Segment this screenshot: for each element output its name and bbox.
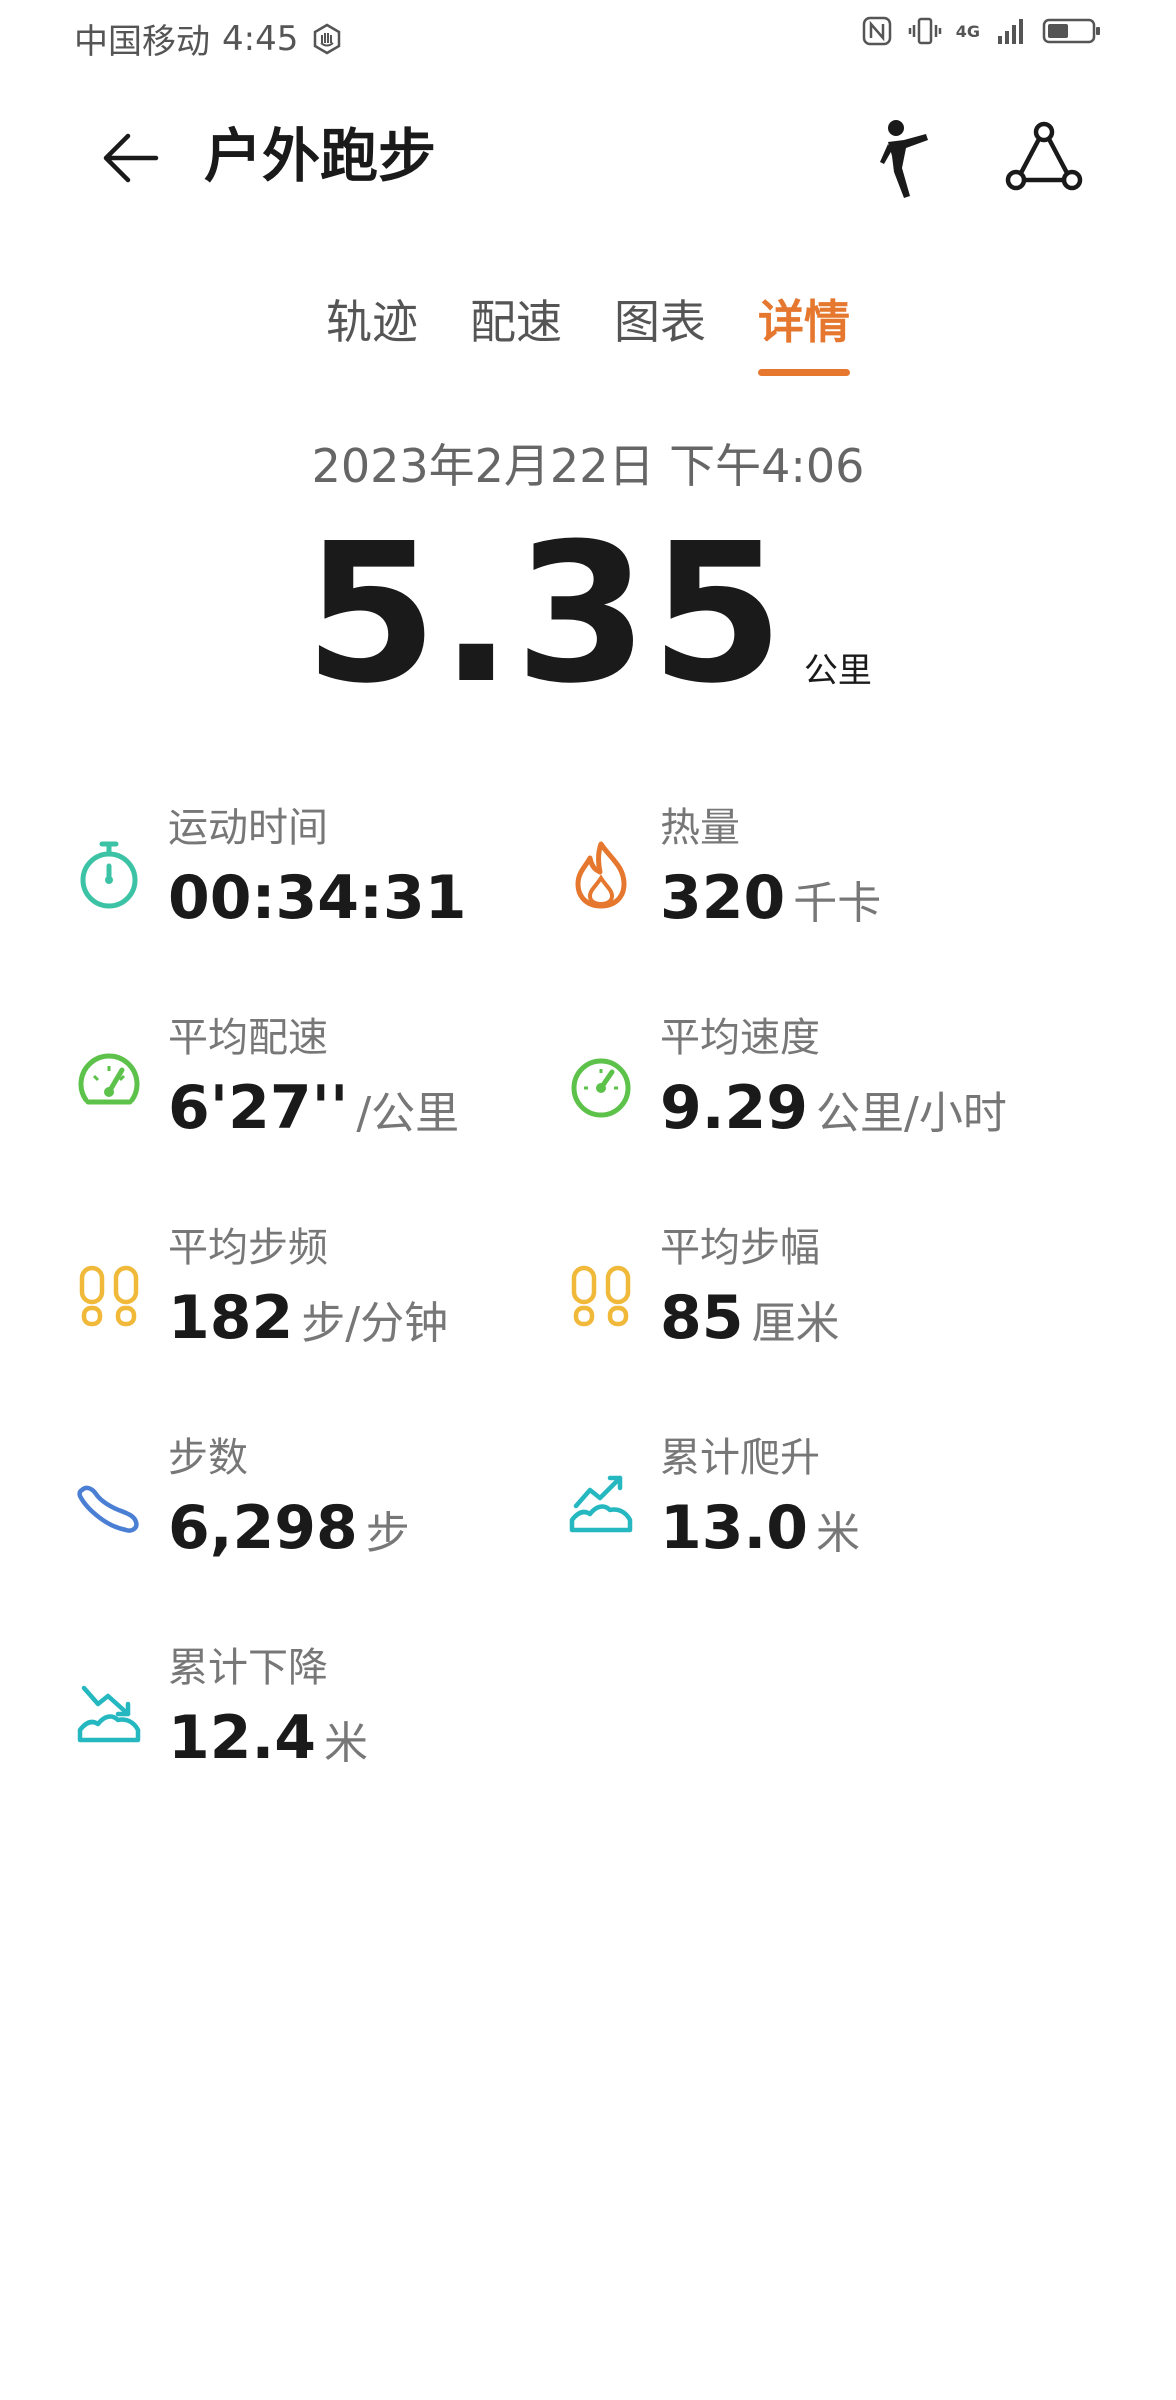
status-bar: 中国移动 4:45 4G: [0, 0, 1176, 72]
status-time: 4:45: [222, 18, 299, 59]
footprints-icon: [79, 1265, 139, 1327]
metric-value: 9.29: [660, 1073, 809, 1143]
metric-unit: 千卡: [793, 878, 882, 929]
metric-unit: 步/分钟: [301, 1298, 449, 1349]
footprints-icon: [571, 1265, 631, 1327]
metric-label: 热量: [660, 805, 740, 851]
metric-value: 12.4: [168, 1703, 317, 1773]
network-type: 4G: [955, 21, 980, 41]
metric-label: 步数: [168, 1435, 248, 1481]
metric-avg-pace: 平均配速 6'27''/公里: [76, 1010, 556, 1170]
distance-value: 5.35: [304, 503, 786, 726]
metric-descent: 累计下降 12.4 米: [76, 1640, 556, 1800]
metric-unit: 公里/小时: [816, 1088, 1007, 1139]
metric-unit: /公里: [356, 1088, 460, 1139]
metric-value: 320: [660, 863, 786, 933]
metric-value: 6'27'': [168, 1073, 349, 1143]
tab-track[interactable]: 轨迹: [326, 290, 418, 354]
metric-duration: 运动时间 00:34:31: [76, 800, 556, 960]
metric-value: 182: [168, 1283, 294, 1353]
status-bar-left: 中国移动 4:45: [74, 14, 344, 63]
metric-steps: 步数 6,298 步: [76, 1430, 556, 1590]
ascent-icon: [569, 1475, 633, 1533]
metric-unit: 厘米: [751, 1298, 840, 1349]
metric-value: 00:34:31: [168, 863, 467, 933]
flame-icon: [575, 841, 627, 909]
metric-calories: 热量 320 千卡: [568, 800, 1048, 960]
metric-unit: 步: [365, 1508, 410, 1559]
metric-ascent: 累计爬升 13.0 米: [568, 1430, 1048, 1590]
page-title: 户外跑步: [204, 122, 437, 190]
metric-unit: 米: [816, 1508, 861, 1559]
status-bar-right: 4G: [860, 14, 1102, 48]
metric-unit: 米: [324, 1718, 369, 1769]
workout-datetime: 2023年2月22日 下午4:06: [311, 439, 865, 493]
route-share-icon[interactable]: [1004, 118, 1084, 198]
metric-label: 平均配速: [168, 1015, 328, 1061]
distance-unit: 公里: [803, 651, 872, 691]
metric-label: 平均步幅: [660, 1225, 820, 1271]
runner-pose-icon[interactable]: [866, 116, 938, 206]
speedometer-icon: [571, 1058, 631, 1118]
metric-label: 累计爬升: [660, 1435, 820, 1481]
back-arrow-icon[interactable]: [96, 122, 168, 194]
metric-label: 平均步频: [168, 1225, 328, 1271]
metric-label: 运动时间: [168, 805, 328, 851]
speedometer-icon: [78, 1053, 140, 1105]
vibrate-icon: [908, 17, 941, 45]
signal-icon: [998, 19, 1023, 44]
metric-avg-stride: 平均步幅 85 厘米: [568, 1220, 1048, 1380]
metric-value: 85: [660, 1283, 744, 1353]
nfc-icon: [862, 16, 891, 46]
metric-value: 13.0: [660, 1493, 809, 1563]
hand-icon: [314, 23, 341, 54]
metric-label: 累计下降: [168, 1645, 328, 1691]
tab-bar: 轨迹 配速 图表 详情: [0, 290, 1176, 376]
metric-avg-speed: 平均速度 9.29 公里/小时: [568, 1010, 1048, 1170]
shoe-icon: [77, 1485, 139, 1533]
tab-details[interactable]: 详情: [758, 290, 850, 376]
carrier-name: 中国移动: [74, 22, 210, 62]
stopwatch-icon: [80, 841, 138, 909]
metric-avg-cadence: 平均步频 182 步/分钟: [76, 1220, 556, 1380]
battery-icon: [1042, 18, 1100, 44]
metric-value: 6,298: [168, 1493, 358, 1563]
distance-display: 5.35 公里: [0, 503, 1176, 726]
tab-pace[interactable]: 配速: [470, 290, 562, 354]
descent-icon: [77, 1685, 141, 1743]
metric-label: 平均速度: [660, 1015, 820, 1061]
tab-chart[interactable]: 图表: [614, 290, 706, 354]
